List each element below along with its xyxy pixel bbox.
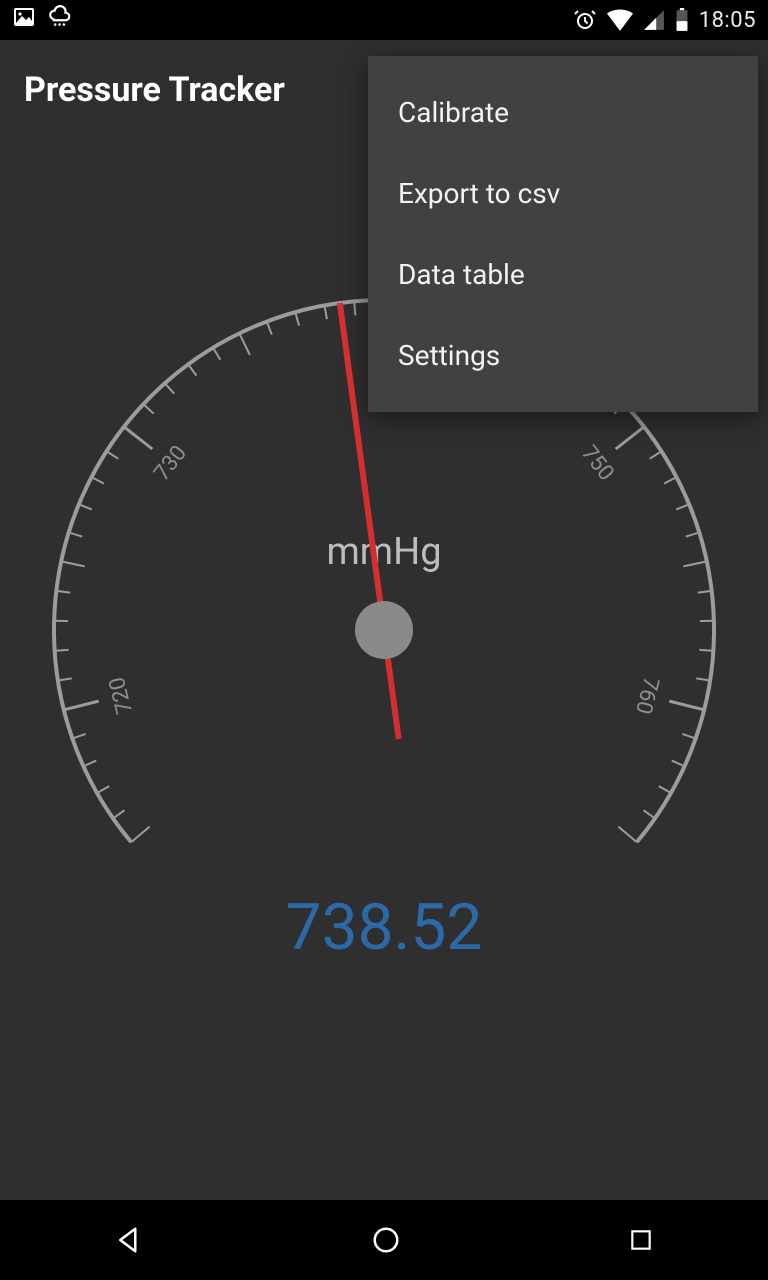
svg-text:760: 760 bbox=[630, 674, 663, 716]
overflow-menu: Calibrate Export to csv Data table Setti… bbox=[368, 56, 758, 412]
menu-item-settings[interactable]: Settings bbox=[368, 315, 758, 396]
back-button[interactable] bbox=[114, 1225, 144, 1255]
home-button[interactable] bbox=[371, 1225, 401, 1255]
gauge-value: 738.52 bbox=[24, 890, 744, 965]
wifi-icon bbox=[607, 9, 633, 31]
gauge-unit-label: mmHg bbox=[24, 530, 744, 574]
image-icon bbox=[12, 5, 36, 35]
alarm-icon bbox=[573, 8, 597, 32]
weather-icon bbox=[46, 4, 72, 36]
svg-text:730: 730 bbox=[149, 441, 192, 486]
menu-item-data-table[interactable]: Data table bbox=[368, 234, 758, 315]
app-body: Pressure Tracker 720 730 750 760 mmHg 738.5… bbox=[0, 40, 768, 1200]
status-clock: 18:05 bbox=[699, 8, 756, 33]
menu-item-export-csv[interactable]: Export to csv bbox=[368, 153, 758, 234]
gauge-pivot bbox=[355, 601, 413, 659]
status-bar: 18:05 bbox=[0, 0, 768, 40]
battery-icon bbox=[675, 8, 689, 32]
svg-text:720: 720 bbox=[105, 674, 138, 716]
svg-text:750: 750 bbox=[576, 441, 619, 486]
navigation-bar bbox=[0, 1200, 768, 1280]
menu-item-calibrate[interactable]: Calibrate bbox=[368, 72, 758, 153]
cell-signal-icon bbox=[643, 9, 665, 31]
app-title: Pressure Tracker bbox=[24, 70, 285, 110]
recent-apps-button[interactable] bbox=[628, 1227, 654, 1253]
